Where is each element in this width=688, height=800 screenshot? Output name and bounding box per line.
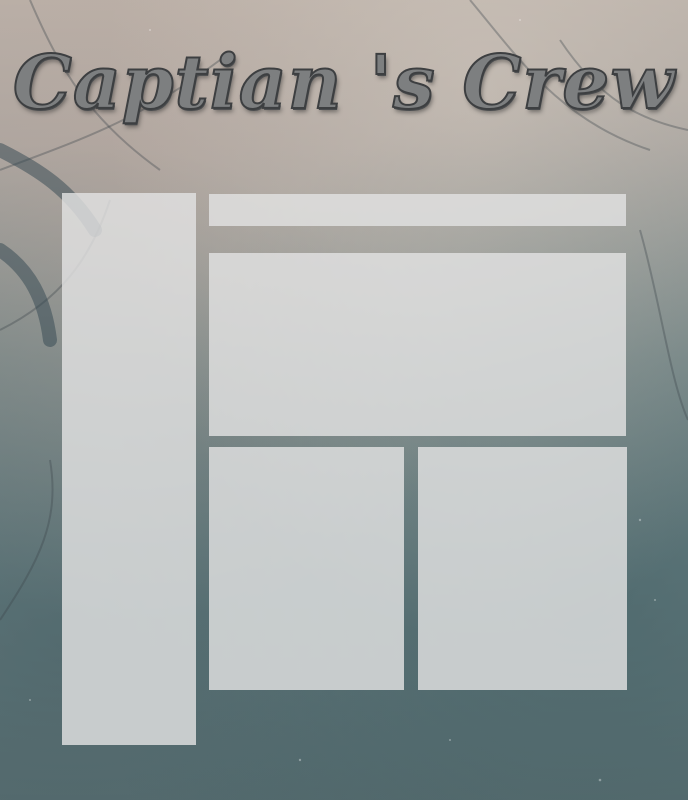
page-title: Captian 's Crew [12,39,676,127]
bottom-right-panel [418,447,627,690]
main-content-panel [209,253,626,436]
top-bar-panel [209,194,626,226]
bottom-left-panel [209,447,404,690]
sidebar-panel [62,193,196,745]
